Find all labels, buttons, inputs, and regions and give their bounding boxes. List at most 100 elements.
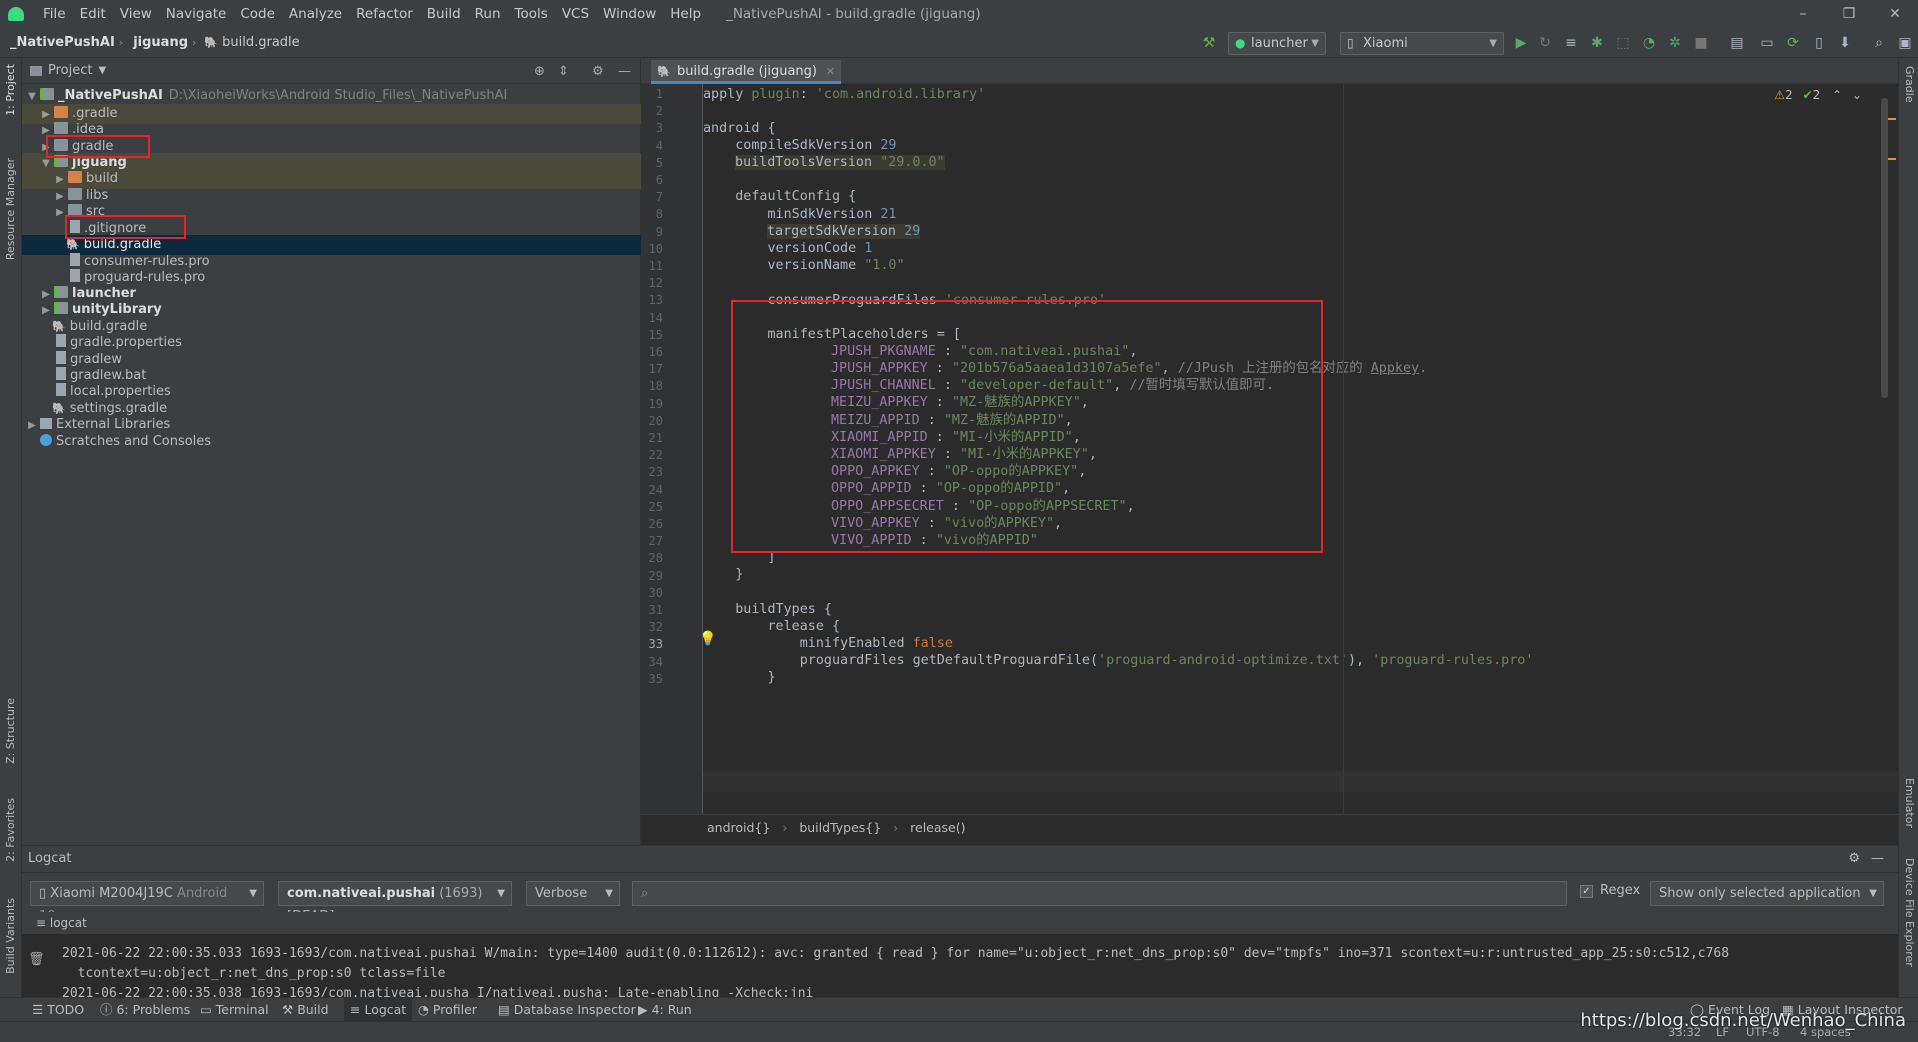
project-view-label[interactable]: Project	[48, 63, 92, 78]
breadcrumb-module[interactable]: jiguang	[123, 35, 192, 50]
breadcrumb-file[interactable]: build.gradle	[218, 35, 304, 50]
rerun-icon[interactable]: ↻	[1536, 34, 1554, 52]
editor-tab-build-gradle[interactable]: 🐘 build.gradle (jiguang) ✕	[651, 60, 841, 84]
menu-run[interactable]: Run	[468, 6, 508, 22]
settings-icon[interactable]: ▣	[1896, 34, 1914, 52]
stop-icon[interactable]: ■	[1692, 34, 1710, 52]
file-icon	[70, 253, 80, 266]
right-tool-strip: Gradle Emulator Device File Explorer	[1898, 58, 1918, 998]
menu-edit[interactable]: Edit	[73, 6, 113, 22]
locate-icon[interactable]: ⊕	[534, 64, 545, 79]
crumb-android[interactable]: android{}	[707, 820, 770, 835]
line-number: 29	[648, 568, 663, 583]
line-number: 2	[655, 104, 663, 119]
menu-navigate[interactable]: Navigate	[159, 6, 234, 22]
gradle-file-icon: 🐘	[657, 65, 671, 78]
breadcrumb-project[interactable]: _NativePushAI	[0, 35, 119, 50]
search-icon[interactable]: ⌕	[1870, 34, 1888, 52]
chevron-down-icon: ▼	[605, 888, 613, 899]
tool-problems[interactable]: ⓘ 6: Problems	[100, 998, 190, 1022]
tool-favorites[interactable]: 2: Favorites	[4, 798, 17, 862]
tool-resource-manager[interactable]: Resource Manager	[4, 158, 17, 260]
editor-scrollbar[interactable]	[1881, 98, 1888, 398]
line-number: 28	[648, 551, 663, 566]
tree-label: build.gradle	[83, 237, 162, 252]
hide-icon[interactable]: —	[1871, 846, 1884, 872]
menu-view[interactable]: View	[113, 6, 159, 22]
attach-debugger-icon[interactable]: ⬚	[1614, 34, 1632, 52]
line-number: 22	[648, 448, 663, 463]
chevron-right-icon: ›	[782, 820, 788, 835]
line-number: 30	[648, 585, 663, 600]
regex-checkbox[interactable]: ✓	[1580, 885, 1593, 898]
code-line-1: apply plugin: 'com.android.library'	[703, 87, 986, 102]
run-config-select[interactable]: ● launcher ▼	[1228, 32, 1326, 55]
logcat-level-select[interactable]: Verbose ▼	[526, 881, 620, 906]
lightbulb-icon[interactable]: 💡	[699, 631, 716, 647]
left-tool-strip: 1: Project Resource Manager Z: Structure…	[0, 58, 22, 998]
chevron-down-icon: ▼	[1489, 38, 1497, 49]
tool-run[interactable]: ▶ 4: Run	[638, 998, 692, 1022]
menu-refactor[interactable]: Refactor	[349, 6, 420, 22]
trash-icon[interactable]: 🗑	[28, 952, 45, 967]
folder-icon	[68, 171, 82, 183]
chevron-down-icon: ▼	[249, 888, 257, 899]
line-number: 19	[648, 396, 663, 411]
close-icon[interactable]: ✕	[826, 60, 835, 84]
tool-database-inspector[interactable]: ▤ Database Inspector	[498, 998, 636, 1022]
logcat-process-select[interactable]: com.nativeai.pushai (1693) [DEAD] ▼	[278, 881, 512, 924]
tool-project[interactable]: 1: Project	[4, 64, 17, 116]
maximize-button[interactable]: ❐	[1826, 0, 1872, 28]
tool-gradle[interactable]: Gradle	[1903, 66, 1916, 103]
tool-build[interactable]: ⚒ Build	[282, 998, 329, 1022]
apply-changes-icon[interactable]: ≡	[1562, 34, 1580, 52]
regex-label: Regex	[1600, 883, 1641, 898]
menu-code[interactable]: Code	[233, 6, 282, 22]
menu-file[interactable]: File	[36, 6, 73, 22]
tree-item-scratches[interactable]: Scratches and Consoles	[22, 432, 641, 452]
profile-icon[interactable]: ◔	[1640, 34, 1658, 52]
tool-build-variants[interactable]: Build Variants	[4, 898, 17, 974]
layout-icon[interactable]: ▭	[1758, 34, 1776, 52]
menu-help[interactable]: Help	[663, 6, 708, 22]
project-structure-icon[interactable]: ▤	[1728, 34, 1746, 52]
tool-logcat[interactable]: ≡ Logcat	[344, 998, 413, 1022]
sync-gradle-icon[interactable]: ⟳	[1784, 34, 1802, 52]
debug-attach-icon[interactable]: ✲	[1666, 34, 1684, 52]
crumb-build-types[interactable]: buildTypes{}	[799, 820, 881, 835]
chevron-down-icon[interactable]: ▼	[98, 65, 106, 76]
chevron-down-icon[interactable]: ⌄	[1852, 88, 1862, 102]
menu-vcs[interactable]: VCS	[555, 6, 596, 22]
debug-icon[interactable]: ✱	[1588, 34, 1606, 52]
tree-root[interactable]: ▼ _NativePushAI D:\XiaoheiWorks\Android St…	[22, 86, 641, 106]
avd-manager-icon[interactable]: ▯	[1810, 34, 1828, 52]
collapse-all-icon[interactable]: ⇕	[558, 64, 569, 79]
menu-analyze[interactable]: Analyze	[282, 6, 349, 22]
line-number: 18	[648, 379, 663, 394]
tool-structure[interactable]: Z: Structure	[4, 698, 17, 764]
chevron-up-icon[interactable]: ⌃	[1832, 88, 1842, 102]
menu-tools[interactable]: Tools	[508, 6, 555, 22]
tool-device-file-explorer[interactable]: Device File Explorer	[1903, 858, 1916, 967]
gear-icon[interactable]: ⚙	[1848, 846, 1860, 872]
menu-window[interactable]: Window	[596, 6, 663, 22]
logcat-filter-select[interactable]: Show only selected application ▼	[1650, 881, 1884, 906]
crumb-release[interactable]: release()	[910, 820, 965, 835]
tool-todo[interactable]: ☰ TODO	[32, 998, 84, 1022]
tool-profiler[interactable]: ◔ Profiler	[418, 998, 477, 1022]
tool-terminal[interactable]: ▭ Terminal	[200, 998, 269, 1022]
inspection-widget[interactable]: ⚠2 ✔2 ⌃ ⌄	[1774, 88, 1862, 102]
sdk-manager-icon[interactable]: ⬇	[1836, 34, 1854, 52]
hammer-build-icon[interactable]: ⚒	[1200, 34, 1218, 52]
tool-emulator[interactable]: Emulator	[1903, 778, 1916, 828]
hide-icon[interactable]: —	[618, 64, 631, 79]
run-icon[interactable]: ▶	[1512, 34, 1530, 52]
gear-icon[interactable]: ⚙	[592, 64, 604, 79]
logcat-tab[interactable]: logcat	[50, 916, 87, 930]
logcat-device-select[interactable]: ▯ Xiaomi M2004J19C Android 10, ▼	[30, 881, 264, 924]
device-select[interactable]: ▯ Xiaomi M2004J19C ▼	[1340, 32, 1504, 72]
close-window-button[interactable]: ✕	[1872, 0, 1918, 28]
minimize-button[interactable]: –	[1780, 0, 1826, 28]
logcat-search-input[interactable]: ⌕	[632, 881, 1567, 906]
menu-build[interactable]: Build	[420, 6, 468, 22]
